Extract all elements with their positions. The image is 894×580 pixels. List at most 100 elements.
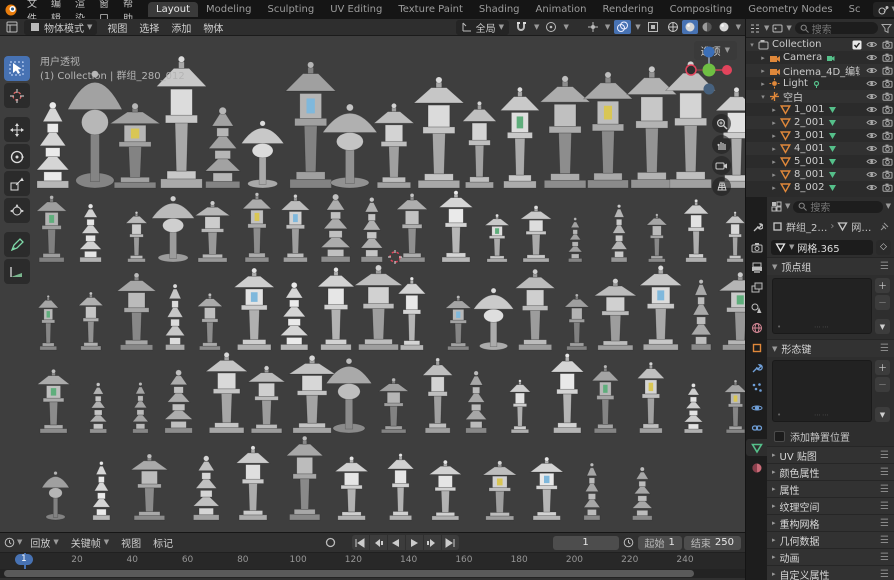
vertex-groups-panel-header[interactable]: ▼ 顶点组 ☰ [767, 257, 894, 275]
filter-icon[interactable] [881, 23, 892, 34]
pin-id-icon[interactable] [879, 221, 890, 232]
lantern-model[interactable] [195, 201, 230, 262]
lantern-model[interactable] [90, 383, 107, 433]
workspace-tab-shading[interactable]: Shading [471, 2, 528, 17]
collapsed-panel-7[interactable]: ▸自定义属性☰ [767, 565, 894, 580]
lantern-model[interactable] [236, 446, 269, 520]
measure-tool[interactable] [4, 259, 30, 284]
properties-tab-data[interactable] [746, 439, 767, 456]
pan-view-icon[interactable] [712, 135, 731, 154]
collapsed-panel-4[interactable]: ▸重构网格☰ [767, 514, 894, 531]
mode-dropdown[interactable]: 物体模式 ▼ [24, 20, 97, 35]
properties-editor-icon[interactable] [771, 201, 782, 212]
outliner-row-collection[interactable]: ▾Collection [746, 38, 894, 51]
viewport-menu-3[interactable]: 物体 [197, 19, 229, 36]
panel-expand-twisty[interactable]: ▸ [772, 485, 776, 493]
hide-eye-icon[interactable] [866, 91, 878, 102]
disable-render-camera-icon[interactable] [882, 143, 893, 154]
properties-search-input[interactable]: 搜索 [793, 201, 882, 213]
hide-eye-icon[interactable] [866, 143, 878, 154]
scene-selector[interactable]: ▼ Scene [873, 2, 894, 17]
lantern-model[interactable] [133, 382, 149, 433]
lantern-model[interactable] [515, 269, 555, 350]
panel-expand-twisty[interactable]: ▸ [772, 451, 776, 459]
gizmo-x-neg-axis[interactable] [686, 65, 696, 75]
disable-render-camera-icon[interactable] [882, 169, 893, 180]
add-vertex-group-button[interactable]: ＋ [875, 278, 890, 293]
lantern-model[interactable] [429, 460, 461, 520]
gizmo-dropdown[interactable]: ▼ [605, 24, 610, 31]
workspace-tab-geometry-nodes[interactable]: Geometry Nodes [740, 2, 840, 17]
panel-expand-twisty[interactable]: ▸ [772, 468, 776, 476]
lantern-model[interactable] [387, 454, 414, 520]
panel-expand-twisty[interactable]: ▸ [772, 519, 776, 527]
panel-menu-icon[interactable]: ☰ [880, 535, 890, 546]
breadcrumb-object[interactable]: 群组_2… [786, 219, 827, 234]
expand-twisty[interactable]: ▸ [770, 132, 778, 140]
lantern-model[interactable] [234, 268, 274, 350]
outliner-row-1_001[interactable]: ▸1_001 [746, 103, 894, 116]
hide-eye-icon[interactable] [866, 182, 878, 193]
panel-expand-twisty[interactable]: ▸ [772, 536, 776, 544]
gizmo-x-axis[interactable] [722, 65, 732, 75]
collapsed-panel-0[interactable]: ▸UV 贴图☰ [767, 446, 894, 463]
lantern-model[interactable] [318, 267, 355, 350]
overlays-dropdown[interactable]: ▼ [635, 24, 640, 31]
lantern-model[interactable] [165, 370, 193, 433]
properties-tab-world[interactable] [746, 319, 767, 336]
expand-twisty[interactable]: ▸ [759, 80, 767, 88]
workspace-tab-layout[interactable]: Layout [148, 2, 198, 17]
lantern-model[interactable] [485, 214, 509, 262]
lantern-model[interactable] [80, 204, 102, 262]
annotate-tool[interactable] [4, 232, 30, 257]
lantern-model[interactable] [37, 195, 67, 262]
timeline-menu-1[interactable]: 关键帧▼ [65, 534, 115, 551]
gizmo-z-axis[interactable] [704, 47, 715, 58]
properties-tab-output[interactable] [746, 259, 767, 276]
workspace-tab-texture-paint[interactable]: Texture Paint [390, 2, 471, 17]
disable-render-camera-icon[interactable] [882, 104, 893, 115]
scale-tool[interactable] [4, 171, 30, 196]
gizmo-z-neg-axis[interactable] [704, 84, 715, 95]
lantern-model[interactable] [684, 199, 709, 262]
timeline-scrollbar-thumb[interactable] [4, 570, 694, 577]
lantern-model[interactable] [725, 211, 745, 262]
lantern-model[interactable] [68, 71, 122, 188]
shape-keys-panel-header[interactable]: ▼ 形态键 ☰ [767, 339, 894, 357]
lantern-model[interactable] [414, 77, 464, 188]
properties-tab-modifiers[interactable] [746, 359, 767, 376]
properties-tab-physics[interactable] [746, 399, 767, 416]
panel-menu-icon[interactable]: ☰ [880, 501, 890, 512]
viewport-canvas[interactable]: 用户透视 (1) Collection | 群组_280_012 选项 ▼ [0, 36, 745, 532]
disable-render-camera-icon[interactable] [882, 130, 893, 141]
next-keyframe-button[interactable] [424, 535, 441, 550]
cursor-tool[interactable] [4, 83, 30, 108]
show-gizmo-icon[interactable] [585, 20, 601, 34]
hide-eye-icon[interactable] [866, 78, 878, 89]
lantern-model[interactable] [374, 103, 414, 188]
outliner-editor-dropdown[interactable]: ▼ [764, 25, 769, 32]
lantern-model[interactable] [398, 277, 426, 350]
proportional-editing-icon[interactable] [543, 20, 559, 34]
lantern-model[interactable] [38, 295, 58, 350]
lantern-model[interactable] [520, 206, 551, 262]
frame-end-field[interactable]: 结束 250 [684, 536, 741, 550]
properties-tab-material[interactable] [746, 459, 767, 476]
properties-tab-tool[interactable] [746, 219, 767, 236]
lantern-model[interactable] [117, 273, 156, 350]
collapsed-panel-6[interactable]: ▸动画☰ [767, 548, 894, 565]
clock-icon[interactable] [621, 536, 636, 550]
lantern-model[interactable] [205, 107, 240, 188]
disable-render-camera-icon[interactable] [882, 78, 893, 89]
lantern-model[interactable] [110, 103, 160, 188]
outliner-row-8_002[interactable]: ▸8_002 [746, 181, 894, 194]
properties-tab-object[interactable] [746, 339, 767, 356]
lantern-model[interactable] [584, 463, 600, 520]
lantern-model[interactable] [206, 352, 247, 433]
panel-menu-icon[interactable]: ☰ [880, 552, 890, 563]
lantern-model[interactable] [286, 62, 336, 188]
collapsed-panel-2[interactable]: ▸属性☰ [767, 480, 894, 497]
hide-eye-icon[interactable] [866, 52, 878, 63]
panel-menu-icon[interactable]: ☰ [880, 343, 890, 354]
expand-twisty[interactable]: ▸ [770, 145, 778, 153]
